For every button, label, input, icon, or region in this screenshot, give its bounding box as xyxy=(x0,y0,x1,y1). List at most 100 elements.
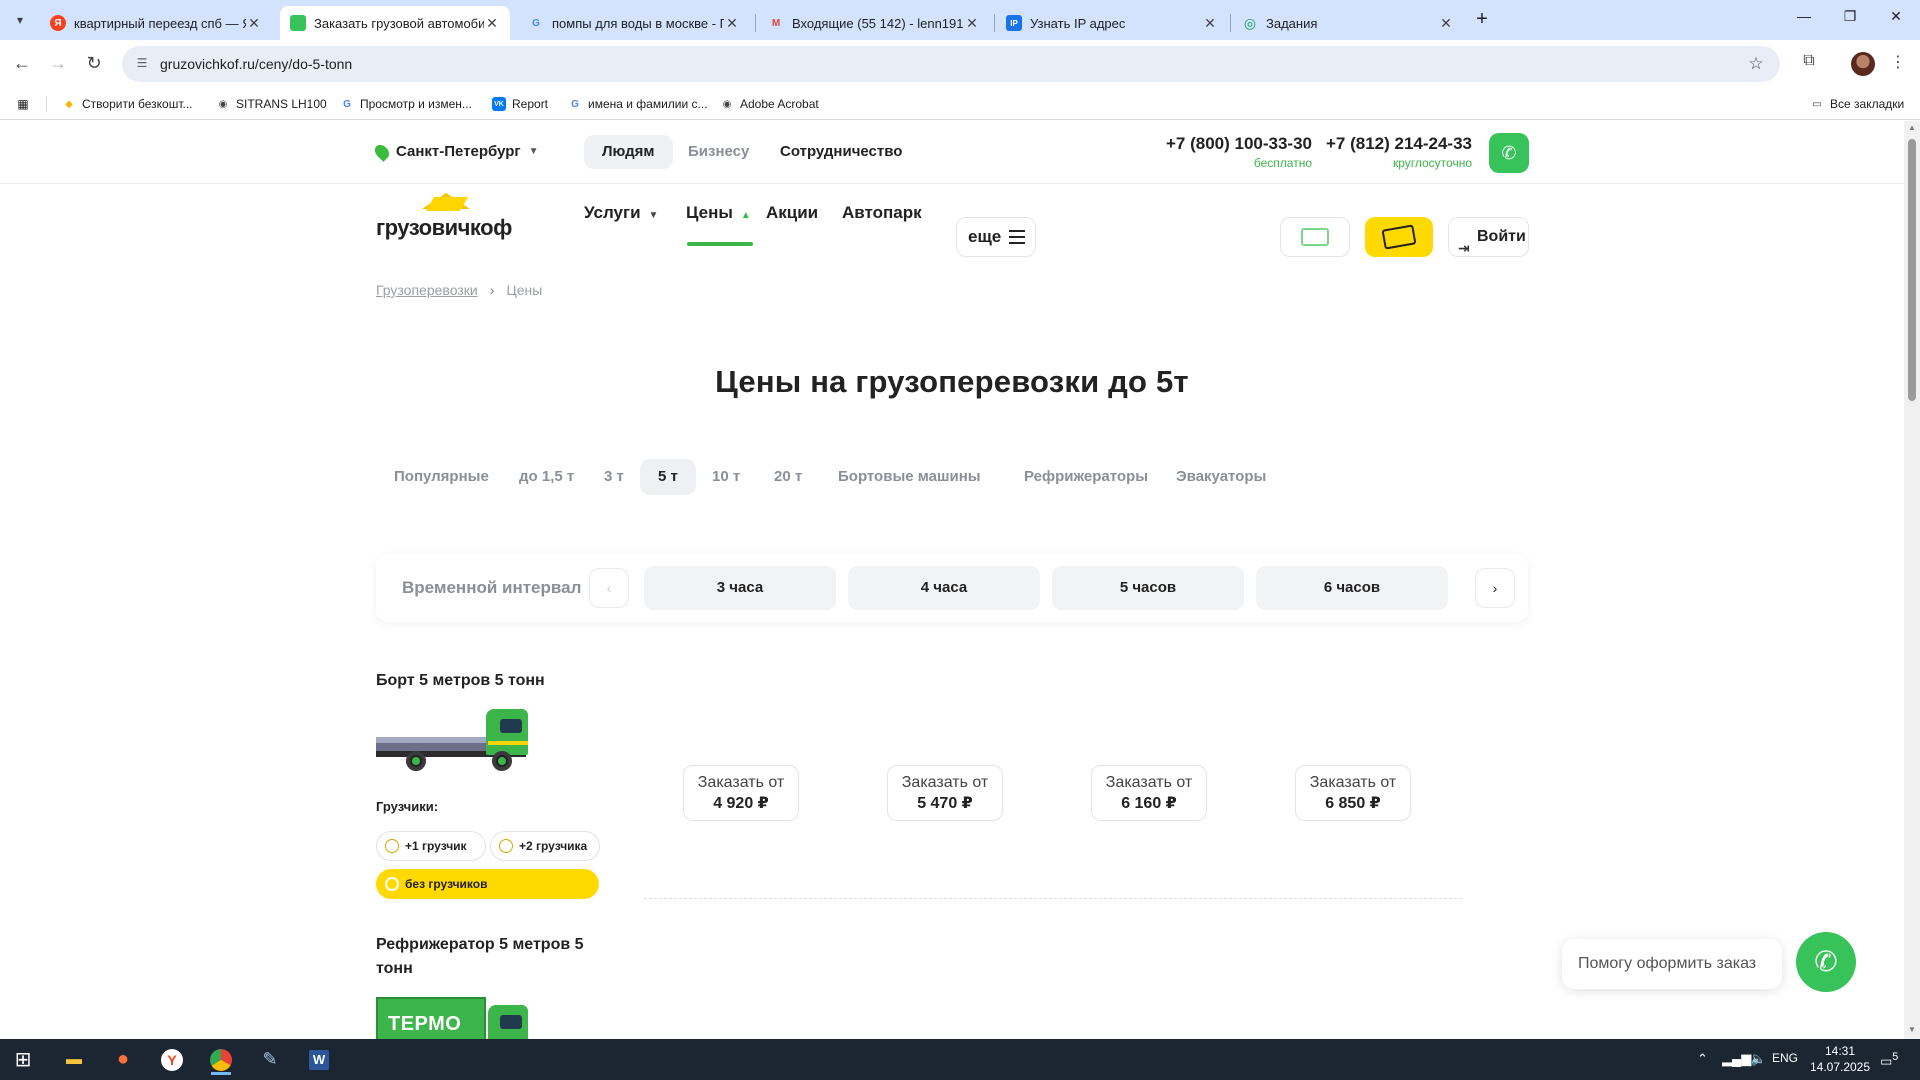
tab-close-icon[interactable]: ✕ xyxy=(246,15,262,32)
interval-slot-3h[interactable]: 3 часа xyxy=(644,566,836,610)
phone-number[interactable]: +7 (800) 100-33-30 xyxy=(1150,134,1312,154)
tab-tow-trucks[interactable]: Эвакуаторы xyxy=(1158,459,1284,495)
interval-slot-4h[interactable]: 4 часа xyxy=(848,566,1040,610)
all-bookmarks[interactable]: ▭ Все закладки xyxy=(1810,94,1904,114)
bookmark-4[interactable]: VK Report xyxy=(492,94,548,114)
tab-3t[interactable]: 3 т xyxy=(586,459,642,495)
tab-close-icon[interactable]: ✕ xyxy=(1438,15,1454,32)
call-button[interactable]: ✆ xyxy=(1489,133,1529,173)
tab-close-icon[interactable]: ✕ xyxy=(1202,15,1218,32)
new-tab-plus-icon[interactable]: + xyxy=(1470,8,1494,32)
profile-avatar[interactable] xyxy=(1851,52,1875,76)
site-logo[interactable]: грузовичкоф xyxy=(376,193,522,241)
tab-10t[interactable]: 10 т xyxy=(694,459,758,495)
notifications-button[interactable]: ▭5 xyxy=(1880,1051,1898,1069)
more-menu-button[interactable]: еще xyxy=(956,217,1036,257)
back-arrow-icon[interactable]: ← xyxy=(10,52,34,76)
more-label: еще xyxy=(968,227,1002,246)
cash-payment-button[interactable] xyxy=(1365,217,1433,257)
site-info-icon[interactable]: ☰ xyxy=(134,56,150,72)
network-icon[interactable]: ▂▄▆ xyxy=(1722,1051,1751,1067)
order-price-6h[interactable]: Заказать от 6 850 ₽ xyxy=(1295,765,1411,821)
paint-app-icon[interactable]: ✎ xyxy=(252,1044,288,1075)
segment-people[interactable]: Людям xyxy=(584,135,673,169)
nav-services[interactable]: Услуги ▼ xyxy=(584,203,658,223)
minimize-icon[interactable]: — xyxy=(1784,8,1824,32)
tab-close-icon[interactable]: ✕ xyxy=(964,15,980,32)
breadcrumb-link[interactable]: Грузоперевозки xyxy=(376,282,478,298)
tab-close-icon[interactable]: ✕ xyxy=(724,15,740,32)
bookmark-3[interactable]: G Просмотр и измен... xyxy=(340,94,472,114)
bookmark-star-icon[interactable]: ☆ xyxy=(1746,54,1766,74)
close-window-icon[interactable]: ✕ xyxy=(1876,8,1916,32)
browser-tab-2-active[interactable]: Заказать грузовой автомобиль ✕ xyxy=(280,6,510,40)
scroll-up-icon[interactable]: ▲ xyxy=(1908,123,1916,132)
browser-tab-1[interactable]: Я квартирный переезд спб — Ян ✕ xyxy=(40,6,272,40)
url-text[interactable]: gruzovichkof.ru/ceny/do-5-tonn xyxy=(160,56,1746,72)
reload-icon[interactable]: ↻ xyxy=(82,52,106,76)
apps-grid-icon[interactable]: ▦ xyxy=(16,94,36,114)
interval-next-button[interactable]: › xyxy=(1475,568,1515,608)
interval-slot-6h[interactable]: 6 часов xyxy=(1256,566,1448,610)
chrome-icon[interactable] xyxy=(203,1044,239,1075)
interval-prev-button[interactable]: ‹ xyxy=(589,568,629,608)
windows-start-icon[interactable]: ⊞ xyxy=(0,1044,46,1075)
city-selector[interactable]: Санкт-Петербург ▼ xyxy=(372,141,539,162)
tab-1-5t[interactable]: до 1,5 т xyxy=(501,459,592,495)
browser-tab-6[interactable]: ◎ Задания ✕ xyxy=(1232,6,1464,40)
browser-tab-5[interactable]: IP Узнать IP адрес ✕ xyxy=(996,6,1228,40)
loader-option-1[interactable]: +1 грузчик xyxy=(376,831,486,861)
radio-icon xyxy=(385,839,399,853)
tab-refrigerators[interactable]: Рефрижераторы xyxy=(1006,459,1166,495)
tab-flatbed[interactable]: Бортовые машины xyxy=(820,459,999,495)
page-scrollbar[interactable]: ▲ ▼ xyxy=(1904,121,1920,1039)
scroll-down-icon[interactable]: ▼ xyxy=(1908,1025,1916,1034)
browser-menu-icon[interactable]: ⋮ xyxy=(1886,52,1910,76)
bookmark-5[interactable]: G имена и фамилии с... xyxy=(568,94,707,114)
bookmark-2[interactable]: ◉ SITRANS LH100 xyxy=(216,94,327,114)
order-price-5h[interactable]: Заказать от 6 160 ₽ xyxy=(1091,765,1207,821)
tray-chevron-up-icon[interactable]: ⌃ xyxy=(1697,1051,1708,1067)
truck-part: ТЕРМО xyxy=(376,997,486,1039)
login-button[interactable]: ⇥ Войти xyxy=(1448,217,1529,257)
browser-tab-4[interactable]: M Входящие (55 142) - lenn1915@ ✕ xyxy=(758,6,990,40)
bookmarks-separator xyxy=(46,96,47,112)
tab-20t[interactable]: 20 т xyxy=(756,459,820,495)
tab-5t[interactable]: 5 т xyxy=(640,459,696,495)
nav-promotions[interactable]: Акции xyxy=(766,203,818,223)
order-price-4h[interactable]: Заказать от 5 470 ₽ xyxy=(887,765,1003,821)
nav-fleet[interactable]: Автопарк xyxy=(842,203,922,223)
card-payment-button[interactable] xyxy=(1280,217,1350,257)
loader-option-none[interactable]: без грузчиков xyxy=(376,869,599,899)
browser-tab-3[interactable]: G помпы для воды в москве - По ✕ xyxy=(518,6,750,40)
file-explorer-icon[interactable]: ▬ xyxy=(56,1044,92,1075)
phone-24h[interactable]: +7 (812) 214-24-33 круглосуточно xyxy=(1312,134,1472,170)
address-bar[interactable]: ☰ gruzovichkof.ru/ceny/do-5-tonn ☆ xyxy=(122,46,1780,82)
interval-slot-5h[interactable]: 5 часов xyxy=(1052,566,1244,610)
firefox-icon[interactable]: ● xyxy=(105,1044,141,1075)
volume-icon[interactable]: 🔈 xyxy=(1750,1051,1766,1067)
loader-option-2[interactable]: +2 грузчика xyxy=(490,831,600,861)
segment-business[interactable]: Бизнесу xyxy=(670,135,767,169)
tab-popular[interactable]: Популярные xyxy=(376,459,507,495)
segment-cooperation[interactable]: Сотрудничество xyxy=(762,135,920,169)
scrollbar-thumb[interactable] xyxy=(1908,139,1916,401)
extensions-icon[interactable]: ⧉ xyxy=(1797,52,1821,76)
nav-prices[interactable]: Цены ▲ xyxy=(686,203,751,223)
phone-number[interactable]: +7 (812) 214-24-33 xyxy=(1312,134,1472,154)
help-order-bubble[interactable]: Помогу оформить заказ xyxy=(1562,939,1782,989)
order-price-3h[interactable]: Заказать от 4 920 ₽ xyxy=(683,765,799,821)
bookmark-1[interactable]: ◆ Створити безкошт... xyxy=(62,94,192,114)
forward-arrow-icon[interactable]: → xyxy=(46,52,70,76)
bookmark-6[interactable]: ◉ Adobe Acrobat xyxy=(720,94,819,114)
tab-search-chevron-icon[interactable]: ▾ xyxy=(8,8,32,32)
yandex-browser-icon[interactable]: Y xyxy=(154,1044,190,1075)
help-call-button[interactable]: ✆ xyxy=(1796,932,1856,992)
restore-icon[interactable]: ❐ xyxy=(1830,8,1870,32)
language-indicator[interactable]: ENG xyxy=(1772,1051,1798,1065)
phone-free[interactable]: +7 (800) 100-33-30 бесплатно xyxy=(1150,134,1312,170)
word-icon[interactable]: W xyxy=(301,1044,337,1075)
tab-title: Узнать IP адрес xyxy=(1030,15,1126,31)
tab-close-icon[interactable]: ✕ xyxy=(484,15,500,32)
system-clock[interactable]: 14:31 14.07.2025 xyxy=(1808,1043,1872,1075)
